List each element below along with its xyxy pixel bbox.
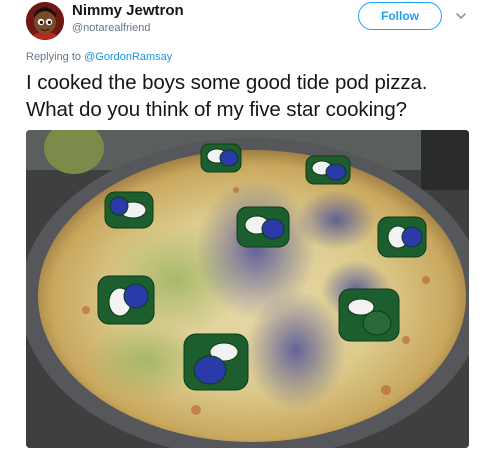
user-avatar[interactable] <box>26 2 64 40</box>
chevron-down-icon[interactable] <box>453 8 469 24</box>
pizza-photo-icon <box>26 130 469 448</box>
cartoon-character-avatar-icon <box>26 2 64 40</box>
reply-mention-link[interactable]: @GordonRamsay <box>84 51 172 63</box>
replying-to-line: Replying to @GordonRamsay <box>26 51 172 63</box>
user-handle[interactable]: @notarealfriend <box>72 22 150 34</box>
replying-to-prefix: Replying to <box>26 51 85 63</box>
tweet-photo[interactable] <box>26 130 469 448</box>
tweet-text-line-1: I cooked the boys some good tide pod piz… <box>26 71 428 94</box>
display-name[interactable]: Nimmy Jewtron <box>72 2 184 19</box>
tweet-card: Nimmy Jewtron @notarealfriend Follow Rep… <box>0 0 500 454</box>
tweet-text-line-2: What do you think of my five star cookin… <box>26 98 407 121</box>
follow-button[interactable]: Follow <box>358 2 442 30</box>
tweet-text: I cooked the boys some good tide pod piz… <box>26 69 496 123</box>
